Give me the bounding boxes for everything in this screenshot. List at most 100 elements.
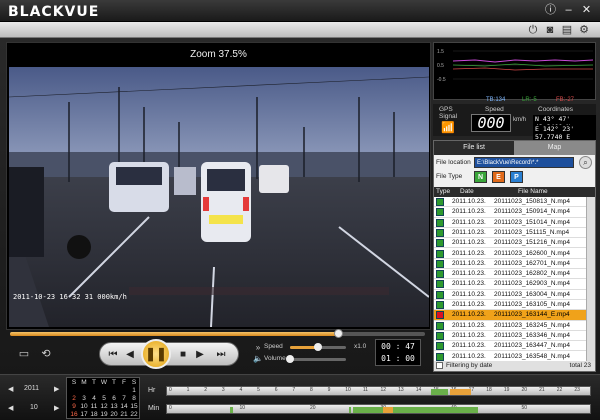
file-type-normal-toggle[interactable]: N [474, 171, 487, 183]
calendar-day[interactable]: 15 [129, 403, 139, 411]
file-name: 20111023_163105_N.mp4 [494, 301, 571, 308]
file-location-input[interactable]: E:\BlackVue\Record\*.* [474, 157, 574, 168]
calendar-day[interactable]: 8 [129, 395, 139, 403]
stop-icon[interactable]: ■ [176, 348, 190, 362]
calendar-day[interactable]: 18 [89, 411, 99, 419]
recording-segment[interactable] [431, 389, 449, 395]
minimize-icon[interactable]: – [562, 4, 575, 17]
step-forward-icon[interactable]: ▶︎ [193, 348, 207, 362]
col-type[interactable]: Type [436, 188, 450, 195]
file-list-row[interactable]: 2011.10.23. 20111023_150914_N.mp4 [434, 207, 586, 218]
volume-slider[interactable] [286, 355, 346, 363]
calendar-day[interactable]: 5 [99, 395, 109, 403]
seek-bar[interactable] [10, 329, 425, 338]
calendar-day[interactable]: 1 [129, 387, 139, 395]
file-list-row[interactable]: 2011.10.23. 20111023_162802_N.mp4 [434, 269, 586, 280]
recording-segment[interactable] [353, 407, 383, 413]
seek-thumb[interactable] [333, 329, 343, 338]
file-list-row[interactable]: 2011.10.23. 20111023_151115_N.mp4 [434, 228, 586, 239]
calendar-day[interactable]: 21 [119, 411, 129, 419]
calendar-day[interactable]: 17 [79, 411, 89, 419]
col-date[interactable]: Date [460, 188, 474, 195]
calendar-day[interactable]: 6 [109, 395, 119, 403]
file-list-row[interactable]: 2011.10.23. 20111023_162903_N.mp4 [434, 279, 586, 290]
timeline-tick: 0 [169, 405, 172, 411]
minute-timeline[interactable]: 01020304050 [166, 404, 591, 414]
calendar-day[interactable]: 2 [69, 395, 79, 403]
file-list-row[interactable]: 2011.10.23. 20111023_163548_N.mp4 [434, 352, 586, 361]
step-back-icon[interactable]: ◀︎ [123, 348, 137, 362]
recording-segment[interactable] [382, 407, 394, 413]
video-file-icon [436, 311, 444, 320]
calendar-grid: S M T W T F S 1 2 3 4 5 6 7 8 9 10 11 12 13 14 15 16 17 18 19 20 21… [66, 377, 140, 419]
file-list-row[interactable]: 2011.10.23. 20111023_151014_N.mp4 [434, 218, 586, 228]
hour-timeline[interactable]: 01234567891011121314151617181920212223 [166, 386, 591, 396]
file-date: 2011.10.23. [452, 239, 486, 247]
skip-next-icon[interactable]: ⏭ [214, 348, 228, 362]
file-type-event-toggle[interactable]: E [492, 171, 505, 183]
search-icon[interactable]: ⌕ [579, 156, 592, 169]
col-file-name[interactable]: File Name [518, 188, 548, 195]
print-icon[interactable]: ▤ [560, 23, 574, 37]
pause-button[interactable]: ❚❚ [141, 339, 171, 369]
fullscreen-icon[interactable]: ▭ [16, 347, 32, 361]
calendar-day[interactable]: 4 [89, 395, 99, 403]
rotate-icon[interactable]: ⟲ [38, 347, 54, 361]
minute-label: Min [148, 405, 160, 412]
camera-icon[interactable]: ◙ [543, 23, 557, 37]
recording-segment[interactable] [348, 407, 351, 413]
calendar-day[interactable]: 9 [69, 403, 79, 411]
file-list-row[interactable]: 2011.10.23. 20111023_150813_N.mp4 [434, 197, 586, 208]
calendar-day[interactable]: 10 [79, 403, 89, 411]
video-player[interactable]: Zoom 37.5% 2011-10-23 16 32 31 000km/h [6, 42, 431, 330]
recording-segment[interactable] [230, 407, 233, 413]
video-file-icon [436, 352, 444, 361]
filter-checkbox[interactable] [436, 362, 443, 369]
file-list-row[interactable]: 2011.10.23. 20111023_163144_E.mp4 [434, 310, 586, 321]
zoom-label: Zoom 37.5% [190, 49, 247, 60]
file-type-parking-toggle[interactable]: P [510, 171, 523, 183]
power-icon[interactable]: ⏻ [526, 23, 540, 37]
file-list-scrollbar[interactable] [586, 197, 595, 361]
calendar-day[interactable]: 22 [129, 411, 139, 419]
gps-signal-title: GPS Signal [439, 106, 457, 120]
g-sensor-graph: 1.5 0.5 -0.5 TB:134 LR:-5 FB:-27 [433, 42, 596, 103]
volume-slider-thumb[interactable] [286, 355, 294, 363]
next-year-icon[interactable]: ▶ [54, 385, 59, 393]
timeline-tick: 13 [398, 387, 404, 393]
tab-map[interactable]: Map [514, 141, 595, 155]
file-list-row[interactable]: 2011.10.23. 20111023_162701_N.mp4 [434, 259, 586, 270]
weekday-label: W [100, 379, 108, 386]
file-list-row[interactable]: 2011.10.23. 20111023_151216_N.mp4 [434, 238, 586, 249]
calendar-day[interactable]: 16 [69, 411, 79, 419]
calendar-day[interactable]: 12 [99, 403, 109, 411]
file-date: 2011.10.23. [452, 218, 486, 226]
close-icon[interactable]: ✕ [580, 4, 593, 17]
file-list-row[interactable]: 2011.10.23. 20111023_163447_N.mp4 [434, 341, 586, 352]
speed-slider[interactable] [290, 343, 346, 351]
calendar-day[interactable]: 19 [99, 411, 109, 419]
prev-month-icon[interactable]: ◀ [8, 404, 13, 412]
skip-previous-icon[interactable]: ⏮ [106, 348, 120, 362]
file-list-row[interactable]: 2011.10.23. 20111023_163346_N.mp4 [434, 331, 586, 342]
video-frame[interactable] [9, 67, 429, 327]
tab-file-list[interactable]: File list [434, 141, 514, 155]
speed-slider-thumb[interactable] [314, 343, 322, 351]
calendar-day[interactable]: 3 [79, 395, 89, 403]
settings-icon[interactable]: ⚙ [577, 23, 591, 37]
calendar-day[interactable]: 7 [119, 395, 129, 403]
calendar-day[interactable]: 14 [119, 403, 129, 411]
calendar-day[interactable]: 20 [109, 411, 119, 419]
prev-year-icon[interactable]: ◀ [8, 385, 13, 393]
timeline-tick: 2 [204, 387, 208, 393]
file-list-row[interactable]: 2011.10.23. 20111023_163245_N.mp4 [434, 321, 586, 331]
calendar-day[interactable]: 13 [109, 403, 119, 411]
file-list-row[interactable]: 2011.10.23. 20111023_163004_N.mp4 [434, 290, 586, 300]
recording-segment[interactable] [449, 389, 471, 395]
next-month-icon[interactable]: ▶ [54, 404, 59, 412]
recording-segment[interactable] [393, 407, 478, 413]
info-icon[interactable]: ⓘ [544, 4, 557, 17]
file-list-row[interactable]: 2011.10.23. 20111023_163105_N.mp4 [434, 300, 586, 311]
file-list-row[interactable]: 2011.10.23. 20111023_162600_N.mp4 [434, 249, 586, 259]
calendar-day[interactable]: 11 [89, 403, 99, 411]
